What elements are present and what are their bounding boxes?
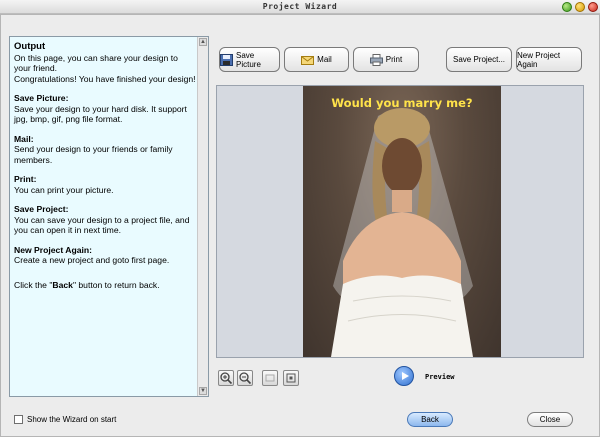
help-body: Create a new project and goto first page… [14, 255, 170, 265]
new-project-button[interactable]: New Project Again [516, 47, 582, 72]
help-body: On this page, you can share your design … [14, 52, 196, 84]
help-body: Send your design to your friends or fami… [14, 144, 173, 165]
help-heading: Save Project: [14, 204, 69, 214]
help-heading: New Project Again: [14, 244, 92, 255]
back-button[interactable]: Back [407, 412, 453, 427]
help-body: You can save your design to a project fi… [14, 214, 190, 236]
show-wizard-checkbox[interactable] [14, 415, 23, 424]
help-section-save-project: Save Project: You can save your design t… [14, 204, 196, 236]
help-section-print: Print: You can print your picture. [14, 174, 196, 195]
mail-button[interactable]: Mail [284, 47, 349, 72]
actual-size-icon [286, 373, 296, 383]
help-heading: Mail: [14, 133, 34, 144]
fit-icon [265, 374, 275, 382]
new-project-label: New Project Again [517, 50, 561, 69]
print-button[interactable]: Print [353, 47, 419, 72]
back-note-post: " button to return back. [72, 279, 160, 290]
minimize-icon[interactable] [562, 2, 572, 12]
preview-label: Preview [425, 373, 455, 381]
zoom-out-icon [239, 372, 252, 385]
show-wizard-label: Show the Wizard on start [27, 415, 117, 424]
back-label: Back [421, 415, 439, 424]
actual-size-button[interactable] [283, 370, 299, 386]
mail-icon [301, 54, 315, 66]
help-section-save-picture: Save Picture: Save your design to your h… [14, 93, 196, 125]
window-title: Project Wizard [262, 2, 338, 11]
help-text: Output On this page, you can share your … [14, 41, 196, 299]
scroll-up-icon[interactable]: ▲ [199, 38, 207, 46]
window-close-icon[interactable] [588, 2, 598, 12]
help-section-output: Output On this page, you can share your … [14, 41, 196, 84]
help-panel[interactable]: Output On this page, you can share your … [9, 36, 209, 397]
help-heading: Print: [14, 174, 37, 184]
help-body: Save your design to your hard disk. It s… [14, 103, 187, 125]
save-picture-label: Save Picture [236, 50, 261, 69]
print-icon [369, 53, 383, 66]
back-note-bold: Back [52, 279, 73, 290]
mail-label: Mail [317, 55, 332, 64]
help-section-mail: Mail: Send your design to your friends o… [14, 134, 196, 166]
preview-area: Would you marry me? [216, 85, 584, 358]
help-heading: Output [14, 41, 46, 52]
help-heading: Save Picture: [14, 93, 69, 103]
maximize-icon[interactable] [575, 2, 585, 12]
fit-button[interactable] [262, 370, 278, 386]
zoom-out-button[interactable] [237, 370, 253, 386]
save-picture-button[interactable]: Save Picture [219, 47, 280, 72]
help-back-note: Click the "Back" button to return back. [14, 280, 196, 291]
help-body: You can print your picture. [14, 184, 114, 195]
zoom-in-icon [220, 372, 233, 385]
close-label: Close [539, 415, 561, 424]
scroll-down-icon[interactable]: ▼ [199, 387, 207, 395]
save-project-label: Save Project... [452, 55, 506, 64]
back-note-pre: Click the " [14, 279, 53, 290]
save-picture-icon [220, 53, 233, 66]
bride-figure [331, 108, 473, 357]
save-project-button[interactable]: Save Project... [446, 47, 512, 72]
zoom-in-button[interactable] [218, 370, 234, 386]
print-label: Print [385, 55, 403, 64]
preview-image: Would you marry me? [303, 86, 501, 357]
help-section-new-project: New Project Again: Create a new project … [14, 245, 196, 266]
help-scrollbar[interactable]: ▲ ▼ [197, 37, 208, 396]
image-caption: Would you marry me? [331, 96, 473, 110]
close-button[interactable]: Close [527, 412, 573, 427]
title-bar: Project Wizard [0, 0, 600, 14]
play-icon[interactable] [394, 366, 414, 386]
